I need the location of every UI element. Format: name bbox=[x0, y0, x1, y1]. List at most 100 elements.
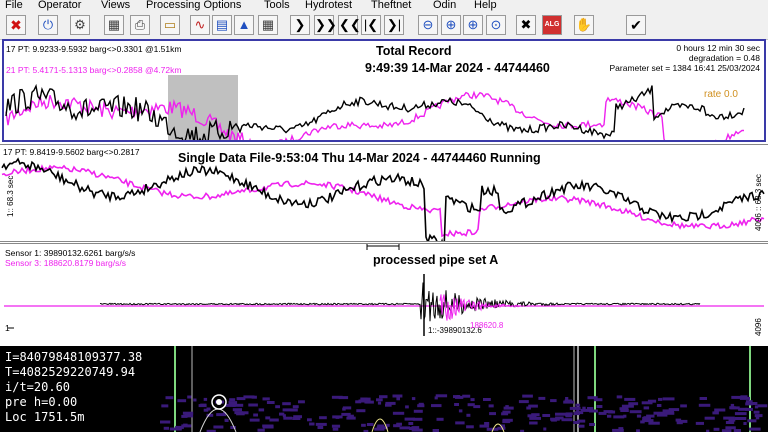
leak-density-cell bbox=[648, 421, 660, 425]
menu-file[interactable]: File bbox=[5, 0, 23, 11]
zoom-fit-button[interactable]: ⊕ bbox=[463, 15, 483, 35]
leak-density-cell bbox=[431, 404, 442, 408]
leak-density-cell bbox=[479, 424, 490, 428]
waveform-button[interactable]: ∿ bbox=[190, 15, 210, 35]
printer-button[interactable]: ⎙ bbox=[130, 15, 150, 35]
leak-density-cell bbox=[565, 399, 570, 403]
menu-operator[interactable]: Operator bbox=[38, 0, 81, 11]
calculator-button[interactable]: ▦ bbox=[104, 15, 124, 35]
leak-density-cell bbox=[249, 418, 260, 422]
menu-processing-options[interactable]: Processing Options bbox=[146, 0, 241, 11]
signal-chart-icon: ▤ bbox=[215, 17, 229, 32]
total-record-panel[interactable]: 17 PT: 9.9233-9.5932 barg<>0.3301 @1.51k… bbox=[2, 39, 766, 142]
leak-density-cell bbox=[522, 394, 533, 398]
leak-density-cell bbox=[550, 399, 557, 403]
leak-density-cell bbox=[182, 411, 194, 415]
leak-density-cell bbox=[262, 397, 270, 401]
single-data-file-panel[interactable]: 17 PT: 9.8419-9.5602 barg<>0.2817 Single… bbox=[0, 144, 768, 242]
leak-density-cell bbox=[338, 396, 349, 400]
leak-density-cell bbox=[675, 418, 682, 422]
leak-density-cell bbox=[175, 425, 184, 429]
fast-forward-button[interactable]: ❯❯ bbox=[314, 15, 337, 35]
leak-density-cell bbox=[163, 426, 169, 430]
zoom-reset-button[interactable]: ⊙ bbox=[486, 15, 506, 35]
checkmark-button[interactable]: ✔ bbox=[626, 15, 646, 35]
leak-density-cell bbox=[662, 397, 675, 401]
menu-views[interactable]: Views bbox=[101, 0, 130, 11]
leak-density-cell bbox=[385, 403, 392, 407]
leak-density-cell bbox=[376, 398, 383, 402]
leak-density-cell bbox=[578, 424, 585, 428]
menu-help[interactable]: Help bbox=[474, 0, 497, 11]
zoom-out-button[interactable]: ⊖ bbox=[418, 15, 438, 35]
leak-density-cell bbox=[753, 410, 760, 414]
leak-density-cell bbox=[165, 396, 174, 400]
leak-density-cell bbox=[603, 410, 613, 414]
leak-density-cell bbox=[193, 398, 197, 402]
leak-density-cell bbox=[484, 422, 490, 425]
leak-density-cell bbox=[258, 408, 265, 412]
leak-density-cell bbox=[575, 403, 581, 407]
tool-button[interactable]: ⚙ bbox=[70, 15, 90, 35]
leak-density-cell bbox=[555, 412, 567, 416]
power-button[interactable]: ⏻ bbox=[38, 15, 58, 35]
leak-density-cell bbox=[454, 403, 459, 406]
first-button[interactable]: |❮ bbox=[361, 15, 381, 35]
processed-pipe-panel[interactable]: Sensor 1: 39890132.6261 barg/s/s Sensor … bbox=[0, 243, 768, 344]
leak-density-cell bbox=[466, 425, 474, 429]
leak-density-cell bbox=[187, 395, 192, 399]
leak-density-cell bbox=[356, 409, 366, 413]
sensor3-readout: Sensor 3: 188620.8179 barg/s/s bbox=[5, 258, 126, 268]
leak-density-cell bbox=[455, 421, 465, 425]
zoom-in-button[interactable]: ⊕ bbox=[441, 15, 461, 35]
leak-density-cell bbox=[636, 414, 642, 418]
leak-density-cell bbox=[232, 408, 242, 412]
leak-density-cell bbox=[483, 398, 491, 401]
info-time: T=4082529220749.94 bbox=[5, 365, 136, 379]
zoom-fit-icon: ⊕ bbox=[467, 17, 479, 32]
leak-density-cell bbox=[292, 405, 299, 409]
leak-density-cell bbox=[216, 413, 227, 417]
leak-density-cell bbox=[620, 409, 629, 412]
info-ratio: i/t=20.60 bbox=[5, 380, 71, 394]
leak-density-cell bbox=[307, 418, 312, 422]
leak-density-cell bbox=[624, 397, 629, 401]
leak-density-cell bbox=[473, 405, 481, 409]
signal-chart-button[interactable]: ▤ bbox=[212, 15, 232, 35]
hand-button[interactable]: ✋ bbox=[574, 15, 594, 35]
leak-density-cell bbox=[248, 403, 258, 407]
leak-density-cell bbox=[643, 416, 647, 420]
degradation: degradation = 0.48 bbox=[688, 53, 760, 63]
leak-density-cell bbox=[629, 410, 642, 414]
info-current: I=84079848109377.38 bbox=[5, 350, 143, 364]
grid-button[interactable]: ▦ bbox=[258, 15, 278, 35]
ship-button[interactable]: ▲ bbox=[234, 15, 254, 35]
black-trace bbox=[5, 83, 745, 140]
open-folder-button[interactable]: ▭ bbox=[160, 15, 180, 35]
alarm-button[interactable]: ALG bbox=[542, 15, 562, 35]
printer-icon: ⎙ bbox=[134, 17, 146, 32]
leak-density-cell bbox=[266, 401, 275, 404]
leak-density-cell bbox=[236, 397, 246, 401]
close-button[interactable]: ✖ bbox=[6, 15, 26, 35]
rewind-button[interactable]: ❮❮ bbox=[338, 15, 361, 35]
tool-icon: ⚙ bbox=[74, 17, 86, 32]
leak-density-cell bbox=[613, 415, 625, 419]
menu-theftnet[interactable]: Theftnet bbox=[371, 0, 411, 11]
menu-odin[interactable]: Odin bbox=[433, 0, 456, 11]
leak-density-cell bbox=[680, 404, 687, 408]
menu-hydrotest[interactable]: Hydrotest bbox=[305, 0, 352, 11]
leak-density-cell bbox=[392, 411, 405, 415]
leak-density-cell bbox=[503, 406, 514, 410]
last-button[interactable]: ❯| bbox=[384, 15, 404, 35]
leak-density-cell bbox=[177, 399, 187, 403]
menu-tools[interactable]: Tools bbox=[264, 0, 290, 11]
leak-density-cell bbox=[346, 416, 356, 420]
leak-density-cell bbox=[225, 403, 236, 407]
leak-density-cell bbox=[749, 427, 761, 431]
location-view-panel[interactable]: I=84079848109377.38 T=4082529220749.94 i… bbox=[0, 346, 768, 432]
next-button[interactable]: ❯ bbox=[290, 15, 310, 35]
leak-density-cell bbox=[392, 394, 403, 398]
cross-button[interactable]: ✖ bbox=[516, 15, 536, 35]
leak-density-cell bbox=[529, 416, 541, 420]
